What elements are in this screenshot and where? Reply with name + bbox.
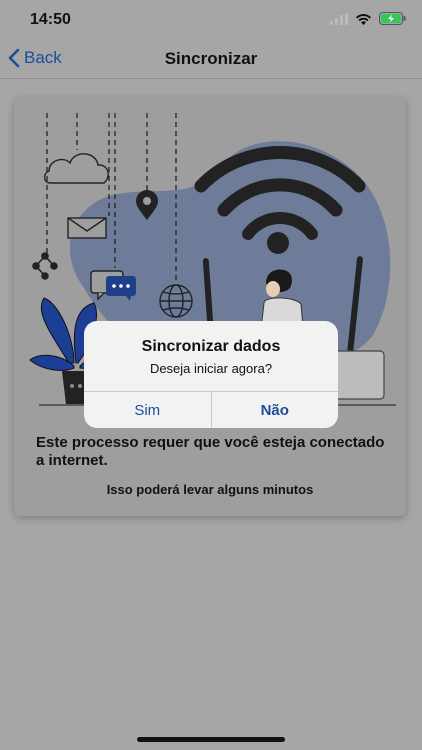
alert-no-button[interactable]: Não — [212, 392, 339, 428]
alert-title: Sincronizar dados — [141, 338, 281, 355]
process-requirement-text: Este processo requer que você esteja con… — [36, 434, 385, 469]
alert-button-row: Sim Não — [84, 391, 338, 428]
duration-notice-text: Isso poderá levar alguns minutos — [106, 482, 314, 497]
home-indicator[interactable] — [137, 737, 285, 742]
mail-icon — [67, 217, 107, 239]
alert-message: Deseja iniciar agora? — [149, 361, 273, 376]
status-bar: 14:50 — [0, 0, 422, 42]
status-icons — [330, 12, 406, 25]
wifi-icon — [356, 13, 371, 25]
navigation-bar: Back Sincronizar — [0, 42, 422, 79]
signal-icon — [330, 12, 348, 25]
battery-charging-icon — [379, 12, 406, 25]
share-icon — [32, 252, 58, 280]
sync-alert-dialog: Sincronizar dados Deseja iniciar agora? … — [84, 321, 338, 428]
sync-info-card: Este processo requer que você esteja con… — [14, 98, 406, 516]
cloud-icon — [43, 153, 109, 184]
status-time: 14:50 — [30, 11, 71, 28]
page-title: Sincronizar — [164, 49, 258, 68]
alert-yes-button[interactable]: Sim — [84, 392, 212, 428]
